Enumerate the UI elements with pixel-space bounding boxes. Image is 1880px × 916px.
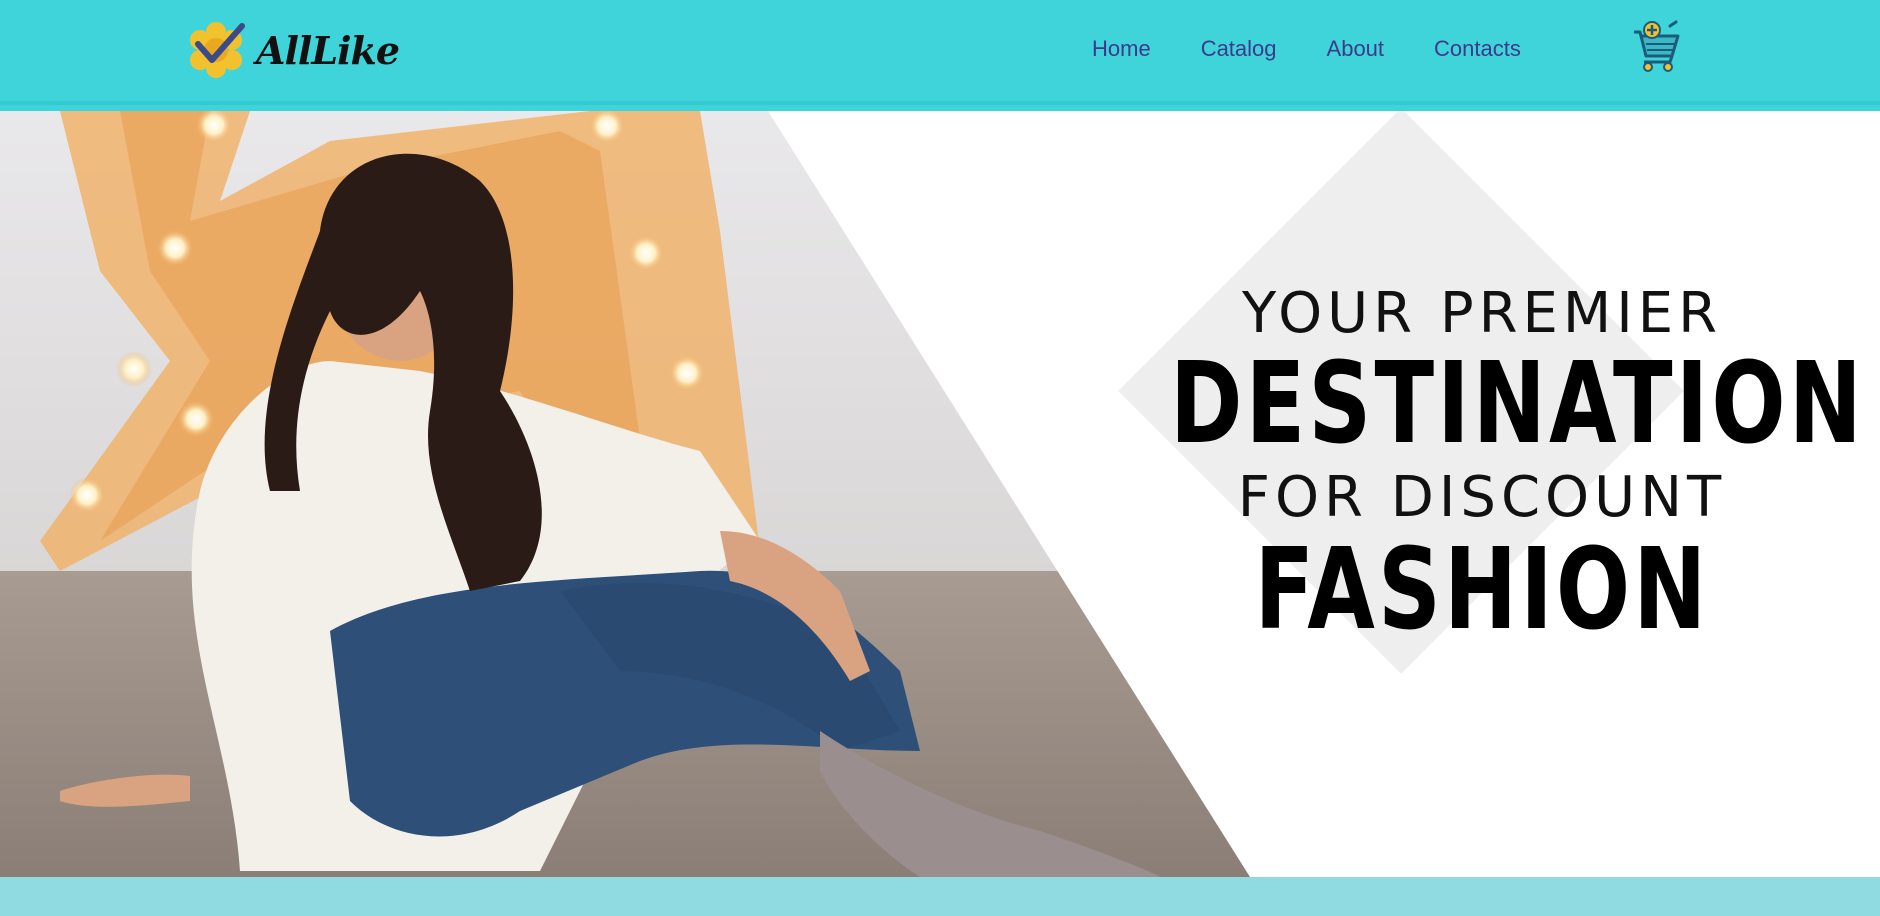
tagline-line-1: YOUR PREMIER [1241, 281, 1723, 346]
logo-link[interactable]: AllLike [184, 18, 400, 82]
cart-button[interactable] [1626, 18, 1682, 74]
tagline-line-4: FASHION [1254, 525, 1710, 655]
hero-tagline: YOUR PREMIER DESTINATION FOR DISCOUNT FA… [1082, 281, 1880, 649]
nav-about[interactable]: About [1327, 34, 1385, 64]
brand-name: AllLike [256, 27, 400, 73]
main-nav: Home Catalog About Contacts [1092, 34, 1571, 64]
sunflower-check-icon [190, 22, 245, 78]
nav-home[interactable]: Home [1092, 34, 1151, 64]
nav-catalog[interactable]: Catalog [1201, 34, 1277, 64]
nav-contacts[interactable]: Contacts [1434, 34, 1521, 64]
hero-banner: YOUR PREMIER DESTINATION FOR DISCOUNT FA… [0, 111, 1880, 877]
site-header: AllLike Home Catalog About Contacts [0, 0, 1880, 101]
shopping-cart-add-icon [1634, 20, 1680, 72]
section-divider-band [0, 877, 1880, 916]
tagline-line-2: DESTINATION [1170, 339, 1865, 469]
tagline-line-3: FOR DISCOUNT [1237, 465, 1727, 530]
